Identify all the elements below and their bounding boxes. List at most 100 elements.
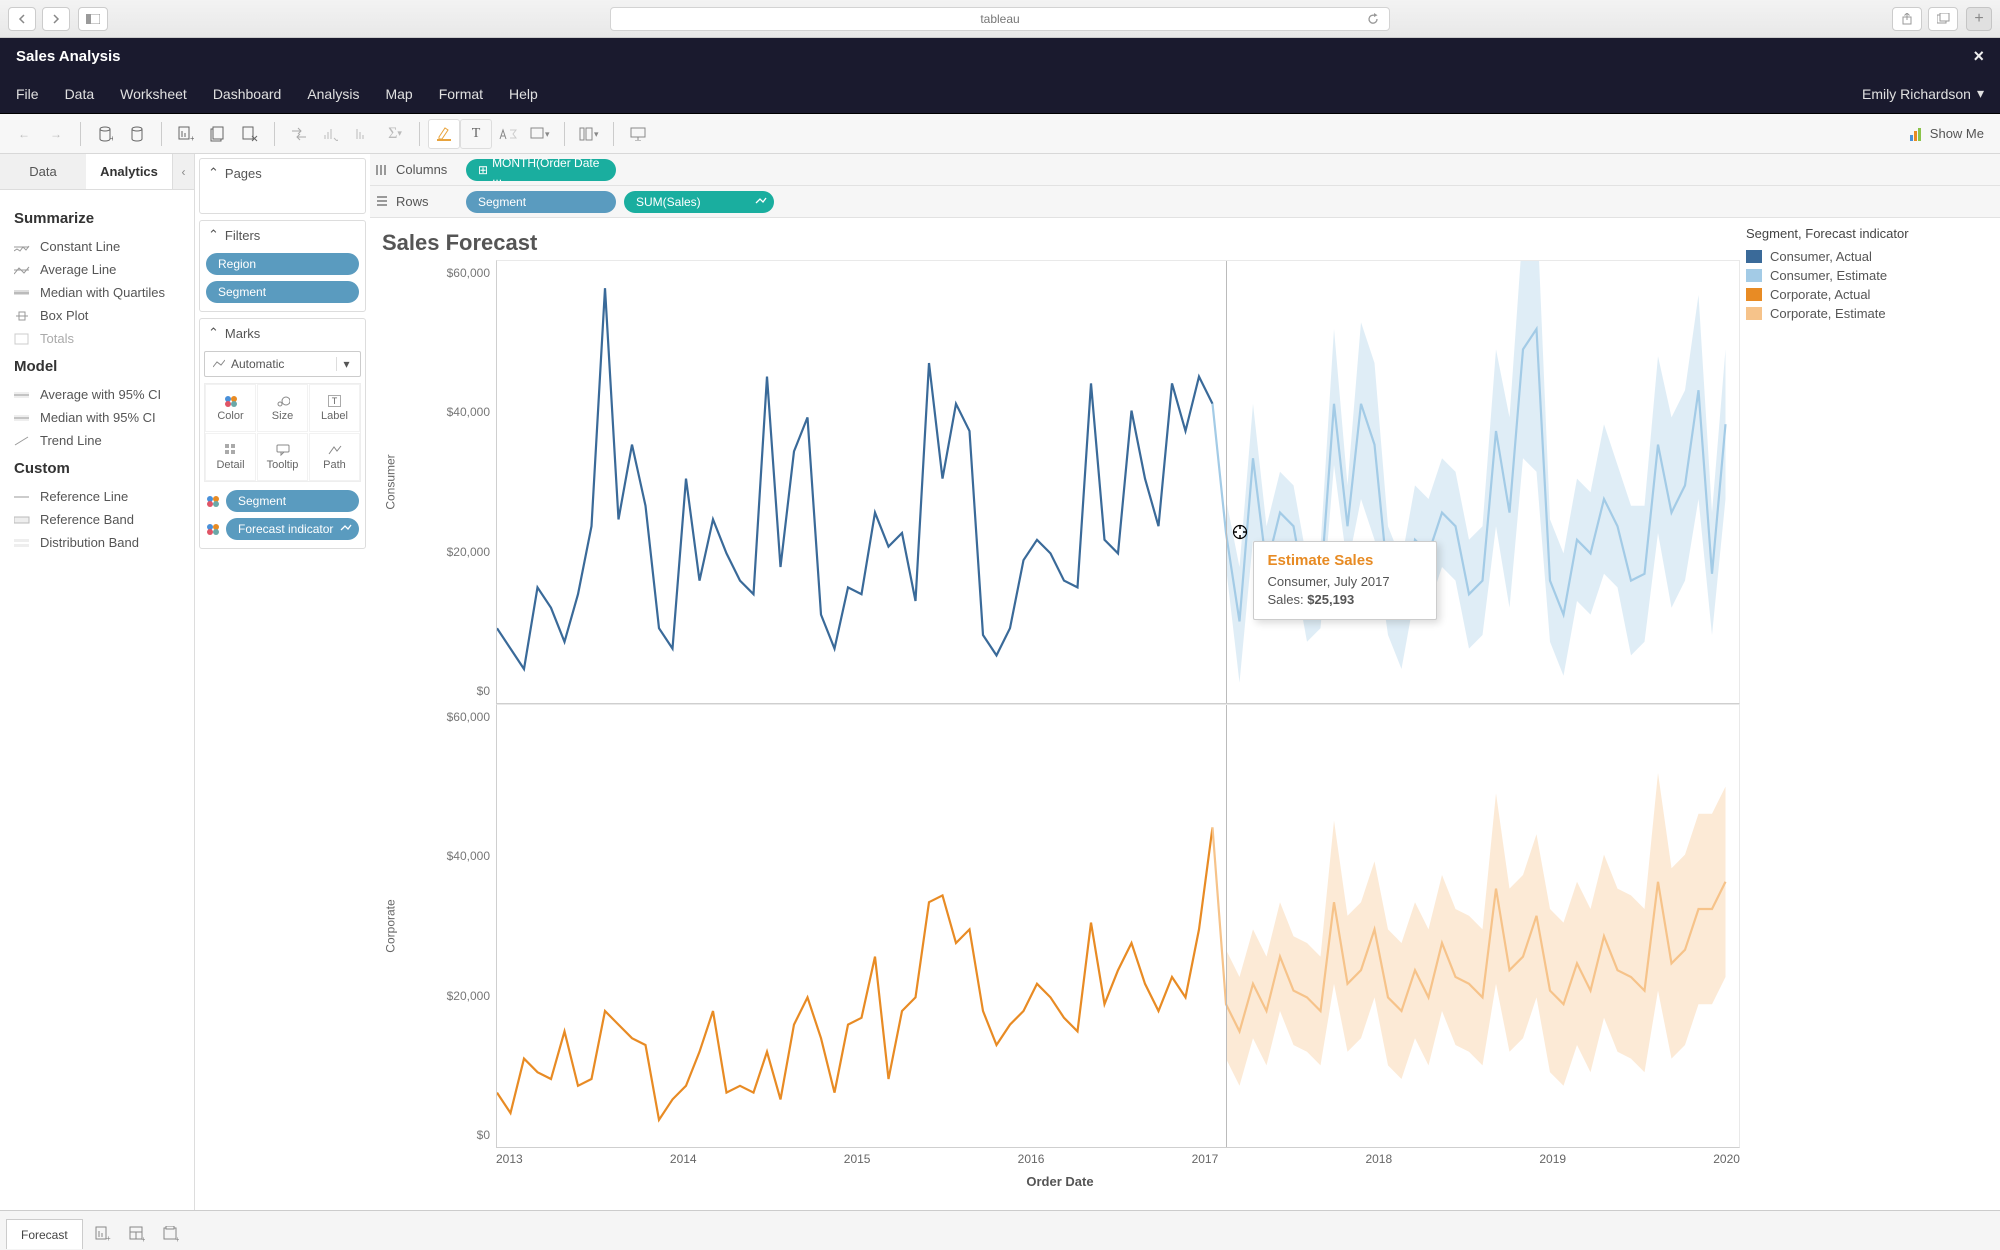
swap-button[interactable] (283, 119, 315, 149)
pause-autoupdate-button[interactable] (121, 119, 153, 149)
fit-button[interactable]: ▾ (524, 119, 556, 149)
sort-desc-button[interactable] (347, 119, 379, 149)
new-datasource-button[interactable]: + (89, 119, 121, 149)
panel-label-consumer: Consumer (380, 260, 402, 704)
back-button[interactable] (8, 7, 36, 31)
format-button[interactable] (492, 119, 524, 149)
totals-icon (14, 332, 30, 346)
new-story-button[interactable]: + (157, 1220, 185, 1248)
close-icon[interactable]: × (1973, 46, 1984, 67)
mark-path[interactable]: Path (309, 433, 360, 481)
mark-tooltip[interactable]: Tooltip (257, 433, 308, 481)
dist-band-icon (14, 536, 30, 550)
share-button[interactable] (1892, 7, 1922, 31)
avg-ci-icon (14, 388, 30, 402)
mark-pill-segment[interactable]: Segment (226, 490, 359, 512)
address-text: tableau (980, 12, 1019, 26)
highlight-button[interactable] (428, 119, 460, 149)
menu-format[interactable]: Format (439, 86, 483, 102)
menu-worksheet[interactable]: Worksheet (120, 86, 187, 102)
legend-item[interactable]: Consumer, Estimate (1746, 266, 1986, 285)
filter-pill-region[interactable]: Region (206, 253, 359, 275)
browser-chrome: tableau + (0, 0, 2000, 38)
analytics-box-plot[interactable]: Box Plot (14, 304, 180, 327)
median-ci-icon (14, 411, 30, 425)
sheet-tab-forecast[interactable]: Forecast (6, 1219, 83, 1249)
legend-item[interactable]: Corporate, Actual (1746, 285, 1986, 304)
y-axis-consumer: $60,000$40,000$20,000$0 (424, 260, 496, 704)
user-menu[interactable]: Emily Richardson▾ (1862, 85, 1984, 102)
analytics-median-ci[interactable]: Median with 95% CI (14, 406, 180, 429)
pages-shelf[interactable]: ⌃Pages (199, 158, 366, 214)
mark-color[interactable]: Color (205, 384, 256, 432)
address-bar[interactable]: tableau (610, 7, 1390, 31)
analytics-dist-band[interactable]: Distribution Band (14, 531, 180, 554)
menu-file[interactable]: File (16, 86, 39, 102)
mark-pill-forecast[interactable]: Forecast indicator (226, 518, 359, 540)
analytics-median-quartiles[interactable]: Median with Quartiles (14, 281, 180, 304)
legend-item[interactable]: Corporate, Estimate (1746, 304, 1986, 323)
menu-map[interactable]: Map (385, 86, 412, 102)
label-icon: T (328, 395, 342, 407)
plot-consumer[interactable]: Estimate Sales Consumer, July 2017 Sales… (496, 260, 1740, 704)
filter-pill-segment[interactable]: Segment (206, 281, 359, 303)
redo-button[interactable]: → (40, 119, 72, 149)
mark-detail[interactable]: Detail (205, 433, 256, 481)
columns-pill-month[interactable]: ⊞MONTH(Order Date ... (466, 159, 616, 181)
mark-size[interactable]: Size (257, 384, 308, 432)
analytics-avg-ci[interactable]: Average with 95% CI (14, 383, 180, 406)
menu-help[interactable]: Help (509, 86, 538, 102)
presentation-button[interactable] (622, 119, 654, 149)
legend-swatch (1746, 250, 1762, 263)
size-icon (276, 395, 290, 407)
svg-text:▾: ▾ (545, 129, 550, 139)
tab-data[interactable]: Data (0, 154, 86, 189)
split-line (1226, 705, 1227, 1147)
new-worksheet-button[interactable]: + (89, 1220, 117, 1248)
new-tab-button[interactable]: + (1966, 7, 1992, 31)
totals-button[interactable]: Σ▾ (379, 119, 411, 149)
mark-type-select[interactable]: Automatic ▾ (204, 351, 361, 377)
columns-shelf[interactable]: Columns ⊞MONTH(Order Date ... (370, 154, 2000, 186)
collapse-left-button[interactable]: ‹ (172, 154, 194, 189)
new-dashboard-button[interactable]: + (123, 1220, 151, 1248)
reload-icon[interactable] (1365, 11, 1381, 27)
caret-icon: ⌃ (208, 325, 219, 341)
forward-button[interactable] (42, 7, 70, 31)
mark-label[interactable]: TLabel (309, 384, 360, 432)
line-mark-icon (213, 359, 225, 369)
color-icon (206, 495, 220, 507)
plot-corporate[interactable] (496, 704, 1740, 1148)
summarize-header: Summarize (14, 210, 180, 227)
sort-asc-button[interactable] (315, 119, 347, 149)
analytics-totals: Totals (14, 327, 180, 350)
menu-dashboard[interactable]: Dashboard (213, 86, 282, 102)
analytics-average-line[interactable]: Average Line (14, 258, 180, 281)
sidebar-toggle-button[interactable] (78, 7, 108, 31)
tab-analytics[interactable]: Analytics (86, 154, 172, 189)
shelves-pane: ⌃Pages ⌃Filters Region Segment ⌃ Marks Au… (195, 154, 370, 1210)
show-me-button[interactable]: Show Me (1910, 126, 1984, 141)
worksheet-tabs: Forecast + + + (0, 1210, 2000, 1250)
new-sheet-button[interactable]: + (170, 119, 202, 149)
analytics-ref-band[interactable]: Reference Band (14, 508, 180, 531)
ref-band-icon (14, 513, 30, 527)
rows-shelf[interactable]: Rows Segment SUM(Sales) (370, 186, 2000, 218)
menu-data[interactable]: Data (65, 86, 95, 102)
clear-button[interactable] (234, 119, 266, 149)
filters-shelf[interactable]: ⌃Filters Region Segment (199, 220, 366, 312)
analytics-trend-line[interactable]: Trend Line (14, 429, 180, 452)
rows-pill-sales[interactable]: SUM(Sales) (624, 191, 774, 213)
duplicate-button[interactable] (202, 119, 234, 149)
marks-label: Marks (225, 326, 260, 341)
label-button[interactable]: T (460, 119, 492, 149)
legend-item[interactable]: Consumer, Actual (1746, 247, 1986, 266)
analytics-ref-line[interactable]: Reference Line (14, 485, 180, 508)
cards-button[interactable]: ▾ (573, 119, 605, 149)
menu-analysis[interactable]: Analysis (307, 86, 359, 102)
analytics-constant-line[interactable]: Constant Line (14, 235, 180, 258)
tabs-button[interactable] (1928, 7, 1958, 31)
undo-button[interactable]: ← (8, 119, 40, 149)
panel-label-corporate: Corporate (380, 704, 402, 1148)
rows-pill-segment[interactable]: Segment (466, 191, 616, 213)
